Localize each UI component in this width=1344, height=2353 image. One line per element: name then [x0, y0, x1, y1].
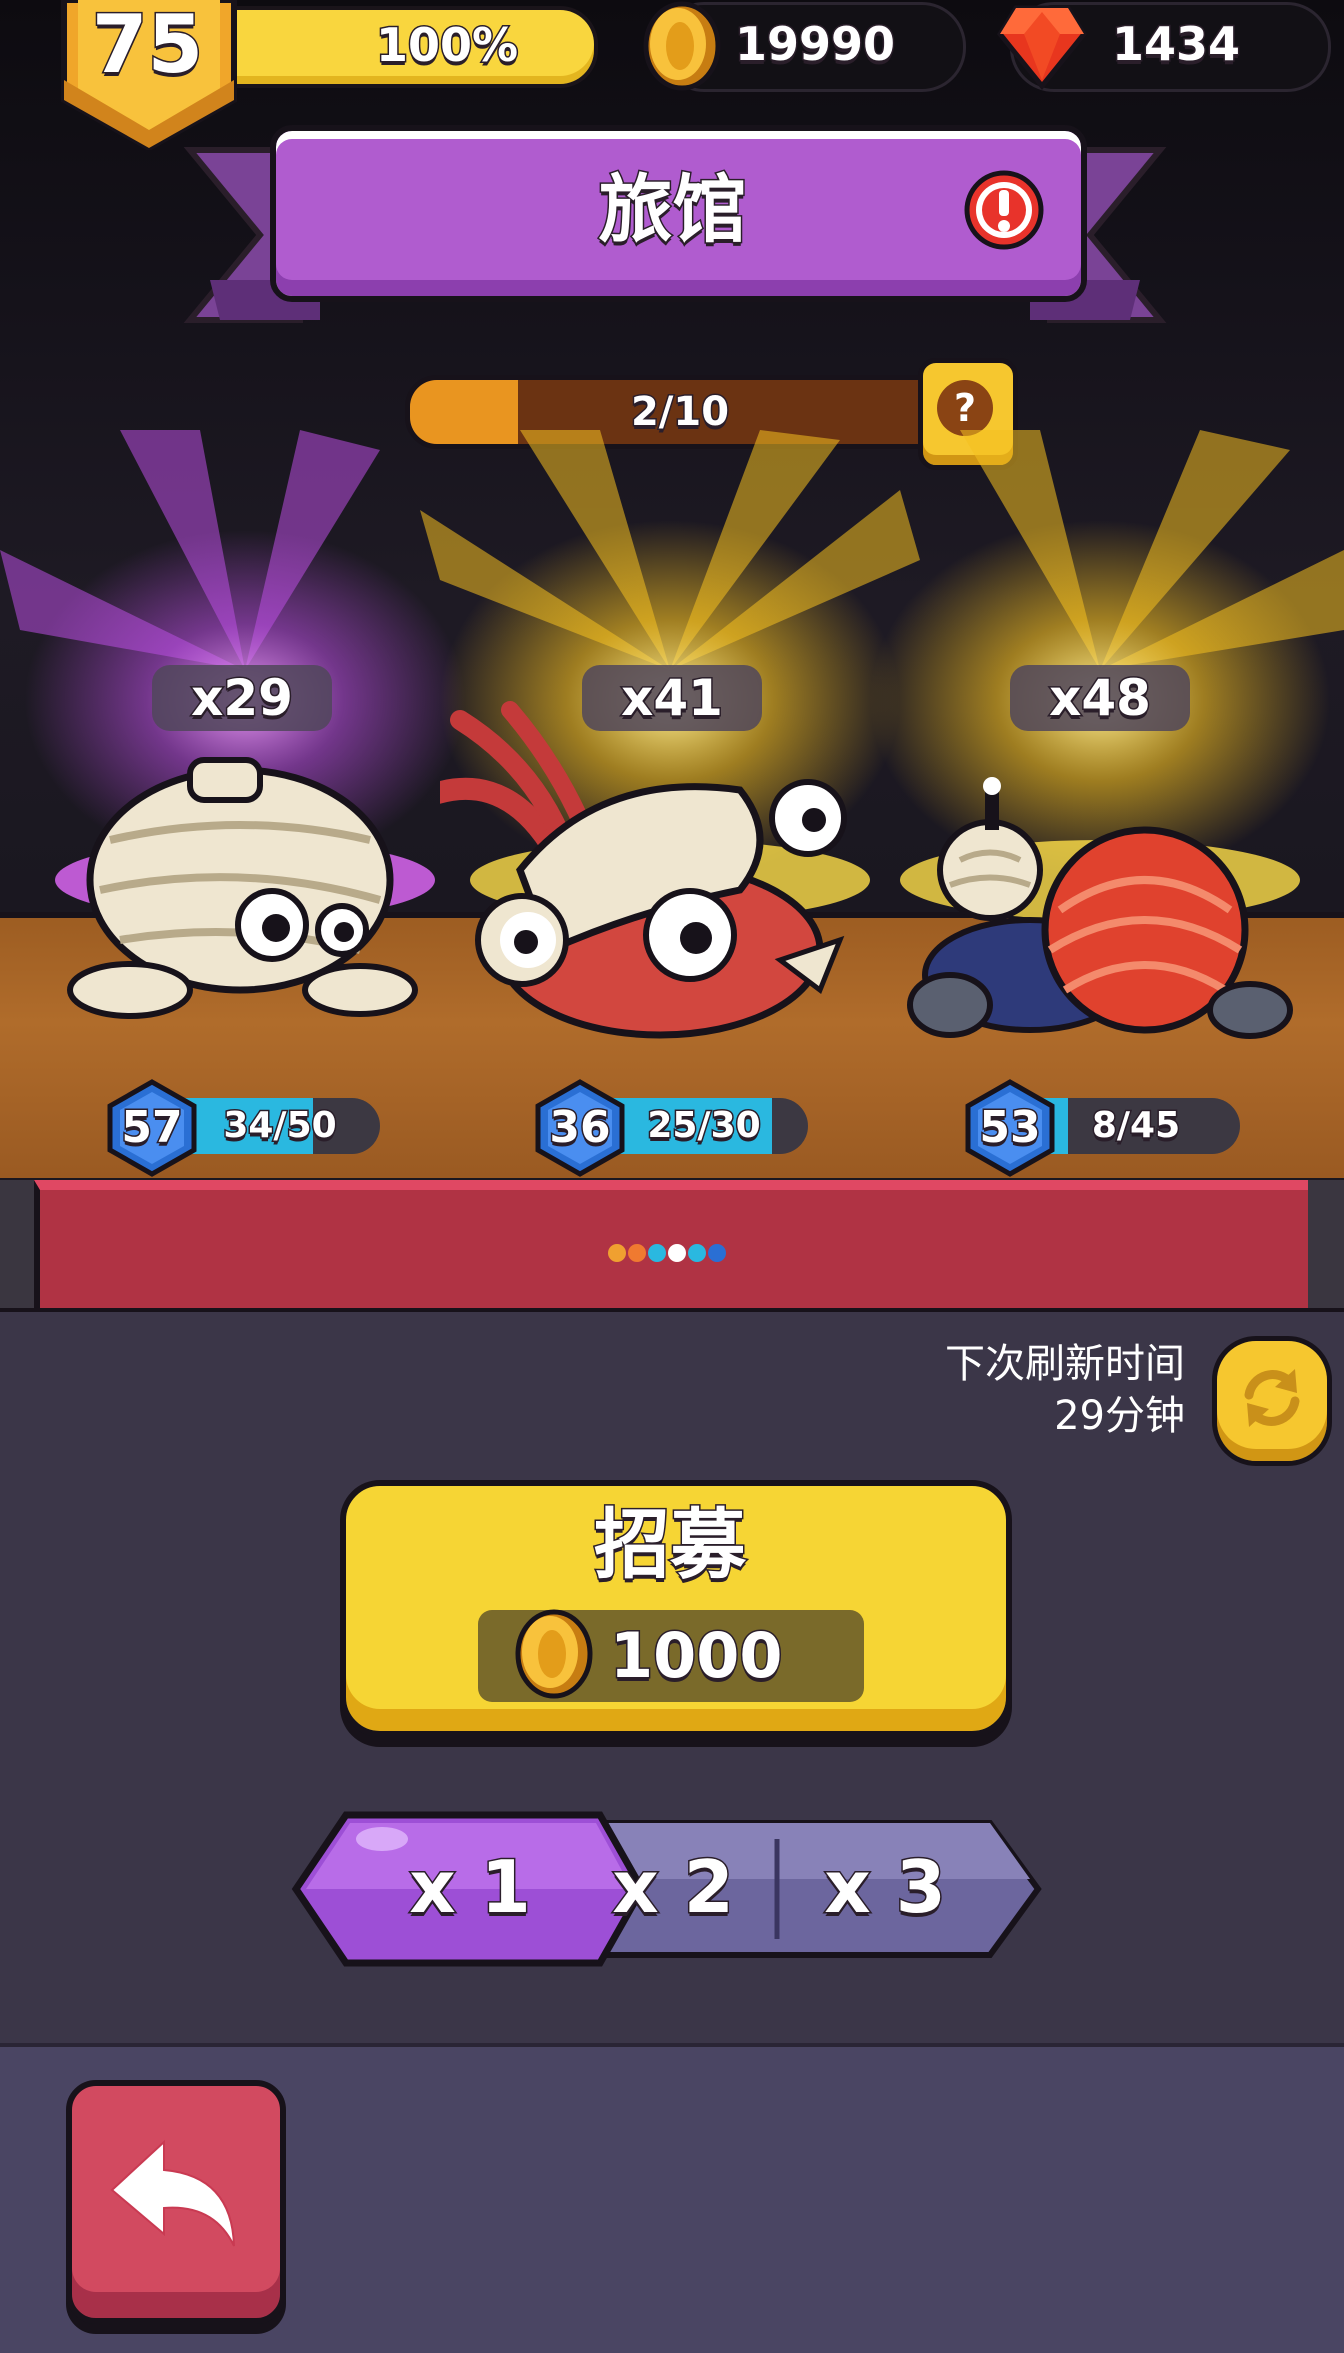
counter-edge [0, 1180, 34, 1308]
page-title: 旅馆 [597, 166, 748, 255]
multiplier-option-x2[interactable]: x 2 [578, 1812, 768, 1962]
mummy-hermit-crab-character[interactable] [40, 690, 440, 1050]
refresh-button[interactable] [1212, 1336, 1332, 1466]
bomb-shell-hermit-crab-character[interactable] [900, 760, 1300, 1060]
multiplier-option-x3[interactable]: x 3 [790, 1812, 980, 1962]
refresh-timer: 下次刷新时间 29分钟 [760, 1338, 1185, 1442]
hero-level: 53 [978, 1101, 1042, 1155]
hero-count-badge: x29 [152, 665, 332, 731]
player-level: 75 [90, 0, 204, 91]
hero-count-badge: x48 [1010, 665, 1190, 731]
counter-edge [1308, 1180, 1344, 1308]
gold-coin-icon [643, 1, 721, 91]
hero-hp-label: 25/30 [646, 1104, 762, 1148]
page-indicator-dots [608, 1244, 726, 1262]
red-gem-icon [996, 5, 1088, 90]
shrimp-hermit-crab-character[interactable] [440, 690, 880, 1060]
refresh-timer-value: 29分钟 [1054, 1393, 1185, 1439]
back-arrow-icon [110, 2139, 235, 2247]
hero-level: 57 [120, 1101, 184, 1155]
back-button[interactable] [66, 2080, 286, 2324]
exclamation-alert-icon[interactable] [962, 168, 1046, 252]
tavern-screen: 100% 75 19990 1434 旅馆 2/10 ? x29 x41 x48… [0, 0, 1344, 2353]
hero-level: 36 [548, 1101, 612, 1155]
hero-count-badge: x41 [582, 665, 762, 731]
gem-amount: 1434 [1110, 16, 1241, 73]
refresh-timer-title: 下次刷新时间 [945, 1341, 1185, 1387]
hero-hp-label: 8/45 [1090, 1104, 1181, 1148]
hero-hp-label: 34/50 [222, 1104, 338, 1148]
coin-amount: 19990 [733, 16, 896, 73]
multiplier-option-x1[interactable]: x 1 [370, 1812, 570, 1962]
xp-percent-label: 100% [374, 17, 519, 74]
recruit-price: 1000 [609, 1618, 785, 1694]
recruit-button-label: 招募 [593, 1499, 748, 1591]
refresh-arrows-icon [1244, 1369, 1300, 1427]
gold-coin-icon [515, 1609, 593, 1699]
question-mark-icon[interactable]: ? [937, 380, 993, 436]
